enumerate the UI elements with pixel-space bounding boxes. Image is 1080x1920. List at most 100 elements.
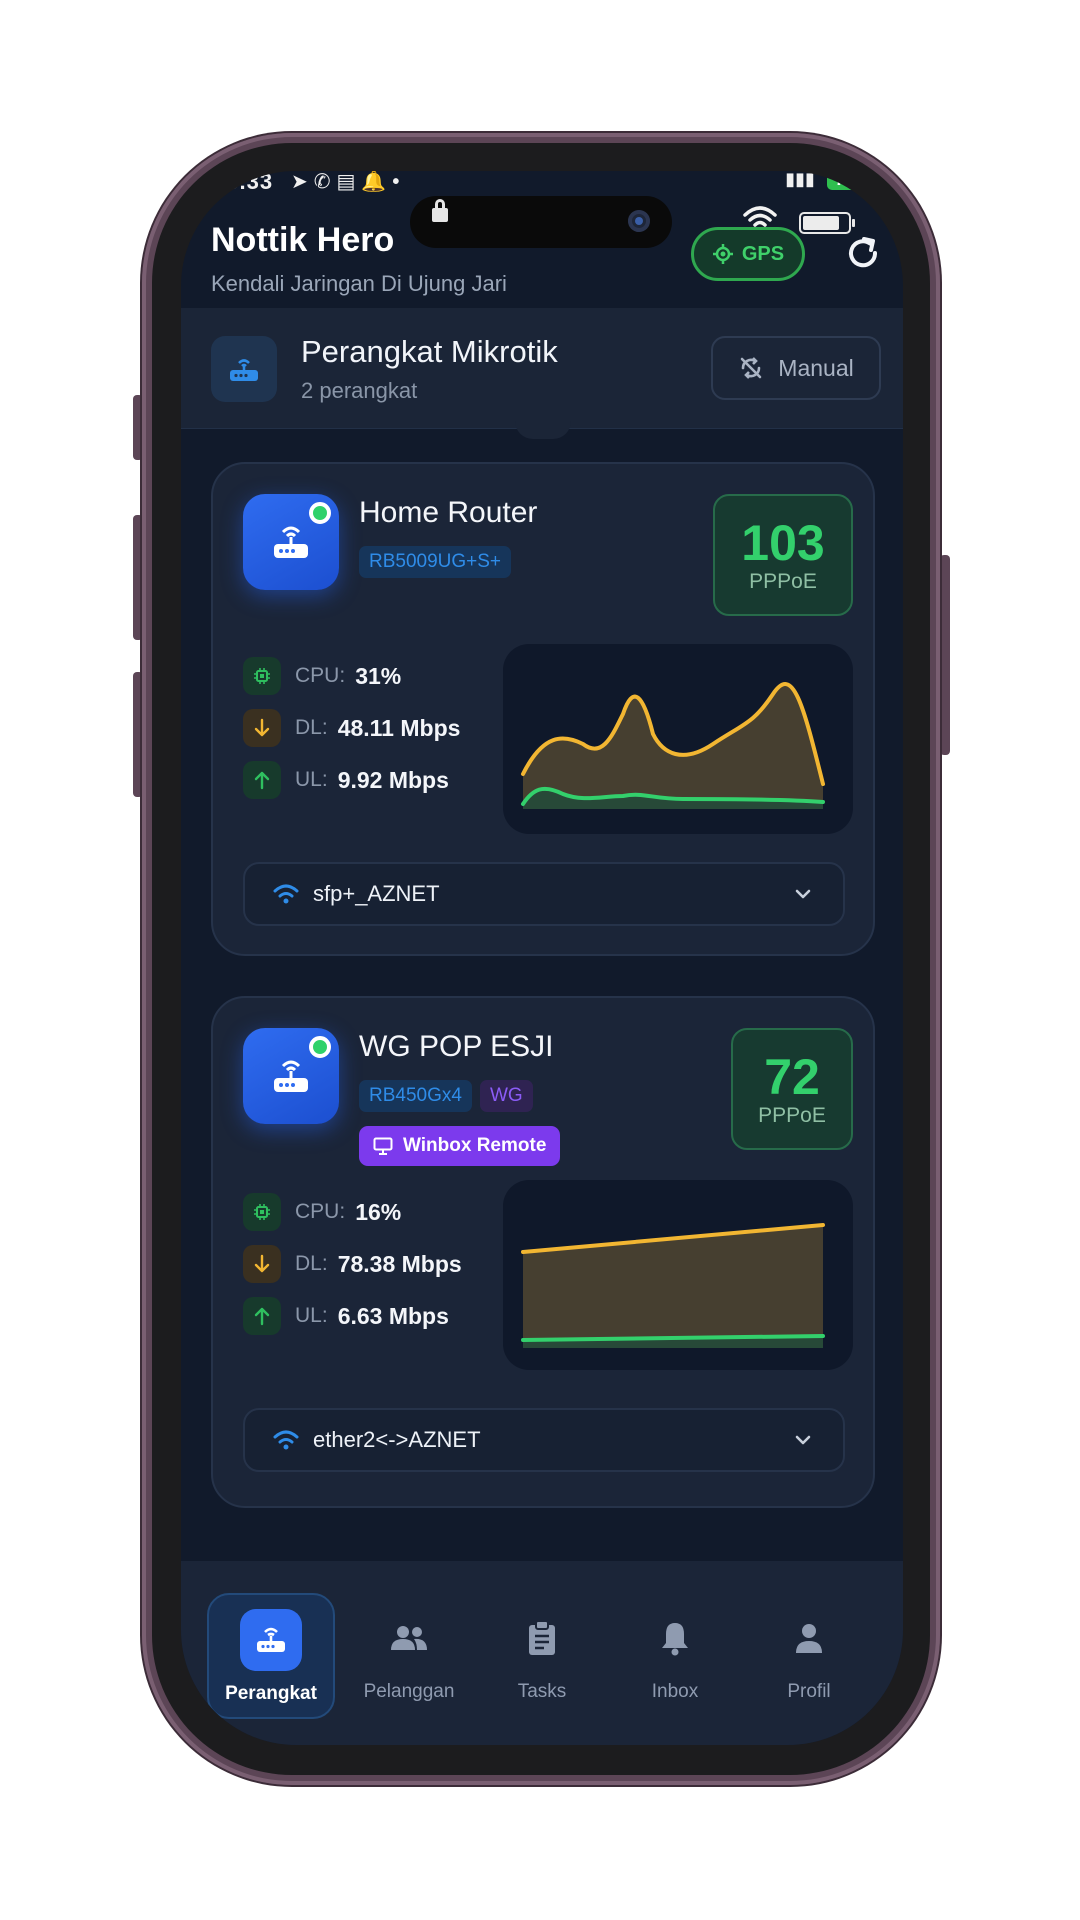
cpu-stat: CPU: 16%	[243, 1186, 462, 1238]
upload-stat: UL: 9.92 Mbps	[243, 754, 460, 806]
cpu-label: CPU:	[295, 664, 346, 687]
device-tags: RB5009UG+S+	[359, 546, 512, 578]
cpu-value: 31%	[355, 662, 402, 689]
upload-stat: UL: 6.63 Mbps	[243, 1290, 462, 1342]
winbox-remote-button[interactable]: Winbox Remote	[359, 1126, 561, 1166]
gps-button[interactable]: GPS	[691, 227, 805, 281]
chevron-down-icon	[795, 1435, 811, 1445]
online-status-dot	[309, 502, 331, 524]
cpu-icon	[243, 1193, 281, 1231]
nav-label: Inbox	[651, 1681, 699, 1702]
location-icon	[712, 244, 733, 264]
person-icon	[778, 1607, 840, 1669]
cpu-icon	[243, 657, 281, 695]
battery-level: 79	[826, 171, 863, 190]
download-label: DL:	[295, 716, 328, 739]
nav-item-inbox[interactable]: Inbox	[611, 1593, 739, 1719]
cpu-stat: CPU: 31%	[243, 650, 460, 702]
manual-label: Manual	[778, 354, 854, 381]
nav-label: Pelanggan	[363, 1681, 455, 1702]
wg-badge: WG	[479, 1080, 533, 1112]
power-button	[940, 555, 950, 755]
router-icon	[240, 1609, 302, 1671]
online-status-dot	[309, 1036, 331, 1058]
device-stats: CPU: 31% DL: 48.11 Mbps UL: 9.92 Mbps	[243, 650, 460, 806]
monitor-icon	[373, 1137, 393, 1155]
manual-sync-button[interactable]: Manual	[711, 336, 881, 400]
download-stat: DL: 48.11 Mbps	[243, 702, 460, 754]
cpu-label: CPU:	[295, 1200, 346, 1223]
model-badge: RB5009UG+S+	[359, 546, 512, 578]
device-stats: CPU: 16% DL: 78.38 Mbps UL: 6.63 Mbps	[243, 1186, 462, 1342]
upload-label: UL:	[295, 768, 328, 791]
device-card-home-router[interactable]: Home Router RB5009UG+S+ 103 PPPoE CPU: 3…	[211, 462, 875, 956]
pppoe-label: PPPoE	[749, 570, 817, 593]
download-area	[523, 1225, 823, 1348]
nav-label: Profil	[787, 1681, 831, 1702]
system-icons: ▮▮▮ 79	[785, 171, 863, 190]
download-value: 48.11 Mbps	[337, 714, 461, 741]
nav-item-profil[interactable]: Profil	[745, 1593, 873, 1719]
pppoe-label: PPPoE	[758, 1104, 826, 1127]
upload-label: UL:	[295, 1304, 328, 1327]
model-badge: RB450Gx4	[359, 1080, 472, 1112]
clipboard-icon	[511, 1607, 573, 1669]
cpu-value: 16%	[355, 1198, 402, 1225]
device-name: Home Router	[359, 496, 538, 529]
sync-off-icon	[740, 357, 762, 379]
traffic-chart	[503, 1180, 853, 1370]
interface-name: sfp+_AZNET	[313, 881, 440, 906]
notification-icons: ➤✆▤🔔•	[291, 171, 406, 193]
device-section-header: Perangkat Mikrotik 2 perangkat Manual	[181, 308, 903, 429]
arrow-up-icon	[243, 761, 281, 799]
upload-value: 9.92 Mbps	[337, 766, 449, 793]
dynamic-island	[410, 196, 672, 248]
section-title: Perangkat Mikrotik	[301, 334, 558, 369]
wifi-signal-icon	[273, 884, 299, 904]
arrow-up-icon	[243, 1297, 281, 1335]
pull-indicator	[515, 421, 571, 439]
download-value: 78.38 Mbps	[337, 1250, 462, 1277]
winbox-label: Winbox Remote	[403, 1135, 547, 1156]
bottom-navigation: Perangkat Pelanggan Tasks Inbox Profil	[181, 1561, 903, 1745]
nav-label: Perangkat	[225, 1683, 317, 1704]
nav-label: Tasks	[517, 1681, 567, 1702]
device-count: 2 perangkat	[301, 378, 418, 403]
interface-dropdown[interactable]: sfp+_AZNET	[243, 862, 845, 926]
refresh-icon[interactable]	[843, 233, 883, 273]
app-subtitle: Kendali Jaringan Di Ujung Jari	[211, 271, 507, 296]
app-title: Nottik Hero	[211, 221, 395, 259]
users-icon	[378, 1607, 440, 1669]
front-camera	[628, 210, 650, 232]
arrow-down-icon	[243, 1245, 281, 1283]
traffic-chart	[503, 644, 853, 834]
signal-icon: ▮▮▮	[785, 171, 815, 189]
arrow-down-icon	[243, 709, 281, 747]
interface-name: ether2<->AZNET	[313, 1427, 481, 1452]
pppoe-counter[interactable]: 103 PPPoE	[713, 494, 853, 616]
wifi-signal-icon	[273, 1430, 299, 1450]
device-router-icon	[243, 494, 339, 590]
download-stat: DL: 78.38 Mbps	[243, 1238, 462, 1290]
bell-icon	[644, 1607, 706, 1669]
pppoe-count: 103	[741, 515, 825, 571]
nav-item-pelanggan[interactable]: Pelanggan	[345, 1593, 473, 1719]
download-label: DL:	[295, 1252, 328, 1275]
nav-item-perangkat[interactable]: Perangkat	[207, 1593, 335, 1719]
device-router-icon	[243, 1028, 339, 1124]
status-time: 05.33	[213, 171, 274, 194]
upload-value: 6.63 Mbps	[337, 1302, 449, 1329]
nav-item-tasks[interactable]: Tasks	[478, 1593, 606, 1719]
download-area	[523, 684, 823, 809]
device-tags: RB450Gx4 WG	[359, 1080, 533, 1112]
battery-icon	[799, 212, 855, 234]
router-icon	[211, 336, 277, 402]
interface-dropdown[interactable]: ether2<->AZNET	[243, 1408, 845, 1472]
device-name: WG POP ESJI	[359, 1030, 554, 1063]
chevron-down-icon	[795, 889, 811, 899]
device-card-wg-pop-esji[interactable]: WG POP ESJI RB450Gx4 WG Winbox Remote 72…	[211, 996, 875, 1508]
pppoe-count: 72	[764, 1049, 820, 1105]
pppoe-counter[interactable]: 72 PPPoE	[731, 1028, 853, 1150]
lock-icon	[432, 199, 448, 222]
gps-label: GPS	[741, 242, 785, 265]
